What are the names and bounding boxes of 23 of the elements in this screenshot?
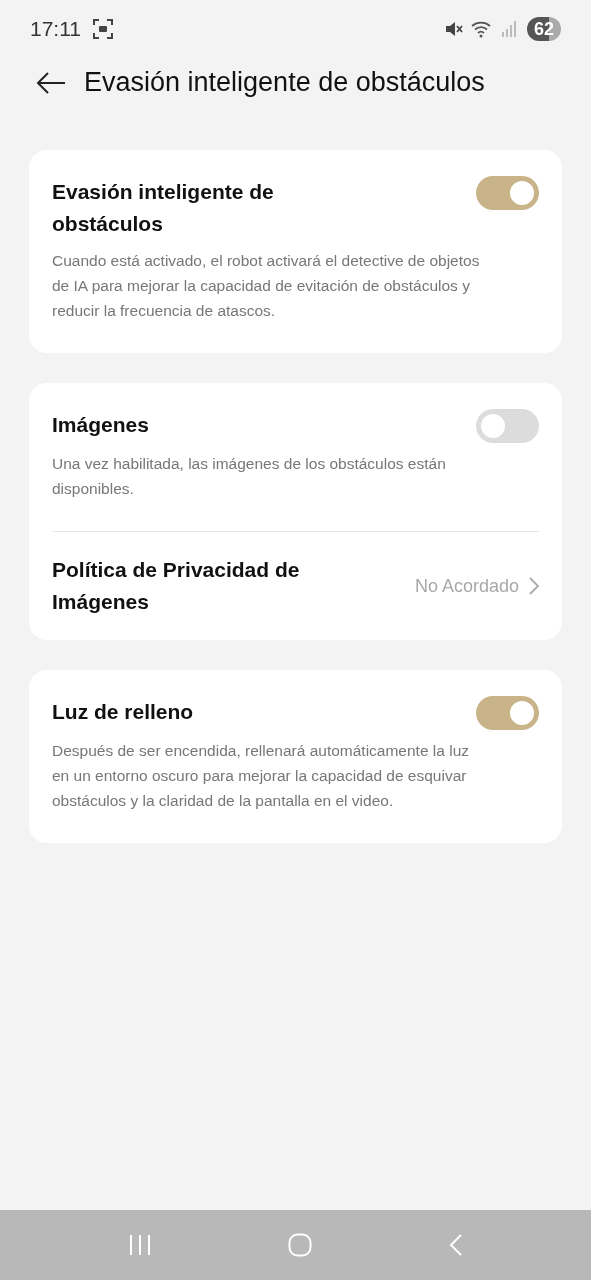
setting-title: Luz de relleno	[52, 699, 194, 725]
policy-status-link[interactable]: No Acordado	[414, 572, 539, 600]
toggle-switch[interactable]	[476, 409, 539, 443]
signal-icon	[500, 19, 517, 38]
setting-title: Imágenes	[52, 412, 149, 438]
wifi-icon	[470, 19, 493, 38]
chevron-right-icon	[529, 577, 539, 595]
battery-indicator: 62	[526, 16, 561, 41]
mute-icon	[444, 19, 463, 38]
setting-description: Cuando está activado, el robot activará el detective de objetos de IA para mejorar la capacidad de evitación de obstáculos y reducir la frecuencia de atascos.	[52, 251, 481, 321]
back-arrow-icon	[36, 71, 66, 94]
screenshot-icon	[93, 18, 113, 39]
toggle-switch[interactable]	[476, 176, 539, 210]
setting-title: Evasión inteligente de obstáculos	[52, 179, 275, 237]
recent-apps-icon[interactable]	[128, 1234, 153, 1256]
setting-description: Una vez habilitada, las imágenes de los obstáculos están disponibles.	[52, 454, 447, 499]
toggle-switch[interactable]	[476, 696, 539, 730]
home-icon[interactable]	[288, 1233, 313, 1257]
setting-title: Política de Privacidad de Imágenes	[52, 557, 301, 615]
back-icon[interactable]	[448, 1233, 463, 1257]
setting-description: Después de ser encendida, rellenará automáticamente la luz en un entorno oscuro para mejorar la capacidad de esquivar obstáculos y la claridad de la pantalla en el video.	[52, 741, 471, 811]
status-time: 17:11	[30, 15, 81, 42]
page-title: Evasión inteligente de obstáculos	[84, 66, 485, 100]
